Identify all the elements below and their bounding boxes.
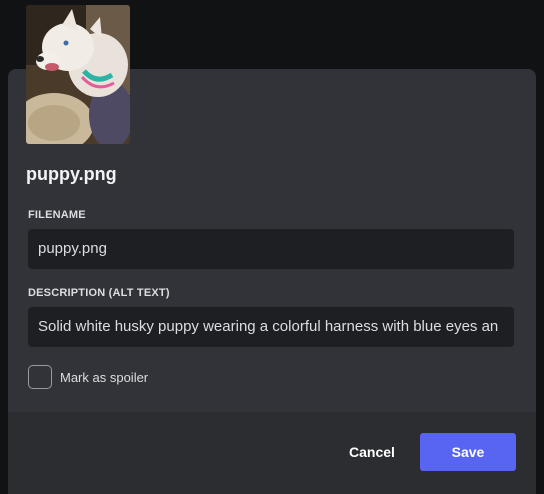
attachment-title: puppy.png bbox=[26, 164, 117, 184]
spoiler-label[interactable]: Mark as spoiler bbox=[60, 370, 148, 385]
cancel-button[interactable]: Cancel bbox=[336, 433, 408, 471]
attachment-preview-image bbox=[26, 5, 130, 144]
spoiler-checkbox[interactable] bbox=[28, 365, 52, 389]
description-input[interactable]: Solid white husky puppy wearing a colorf… bbox=[28, 307, 514, 347]
puppy-photo bbox=[26, 5, 130, 144]
spoiler-row[interactable]: Mark as spoiler bbox=[28, 365, 148, 389]
filename-label: FILENAME bbox=[28, 209, 86, 221]
description-label: DESCRIPTION (ALT TEXT) bbox=[28, 287, 170, 299]
filename-input[interactable]: puppy.png bbox=[28, 229, 514, 269]
save-button[interactable]: Save bbox=[420, 433, 516, 471]
